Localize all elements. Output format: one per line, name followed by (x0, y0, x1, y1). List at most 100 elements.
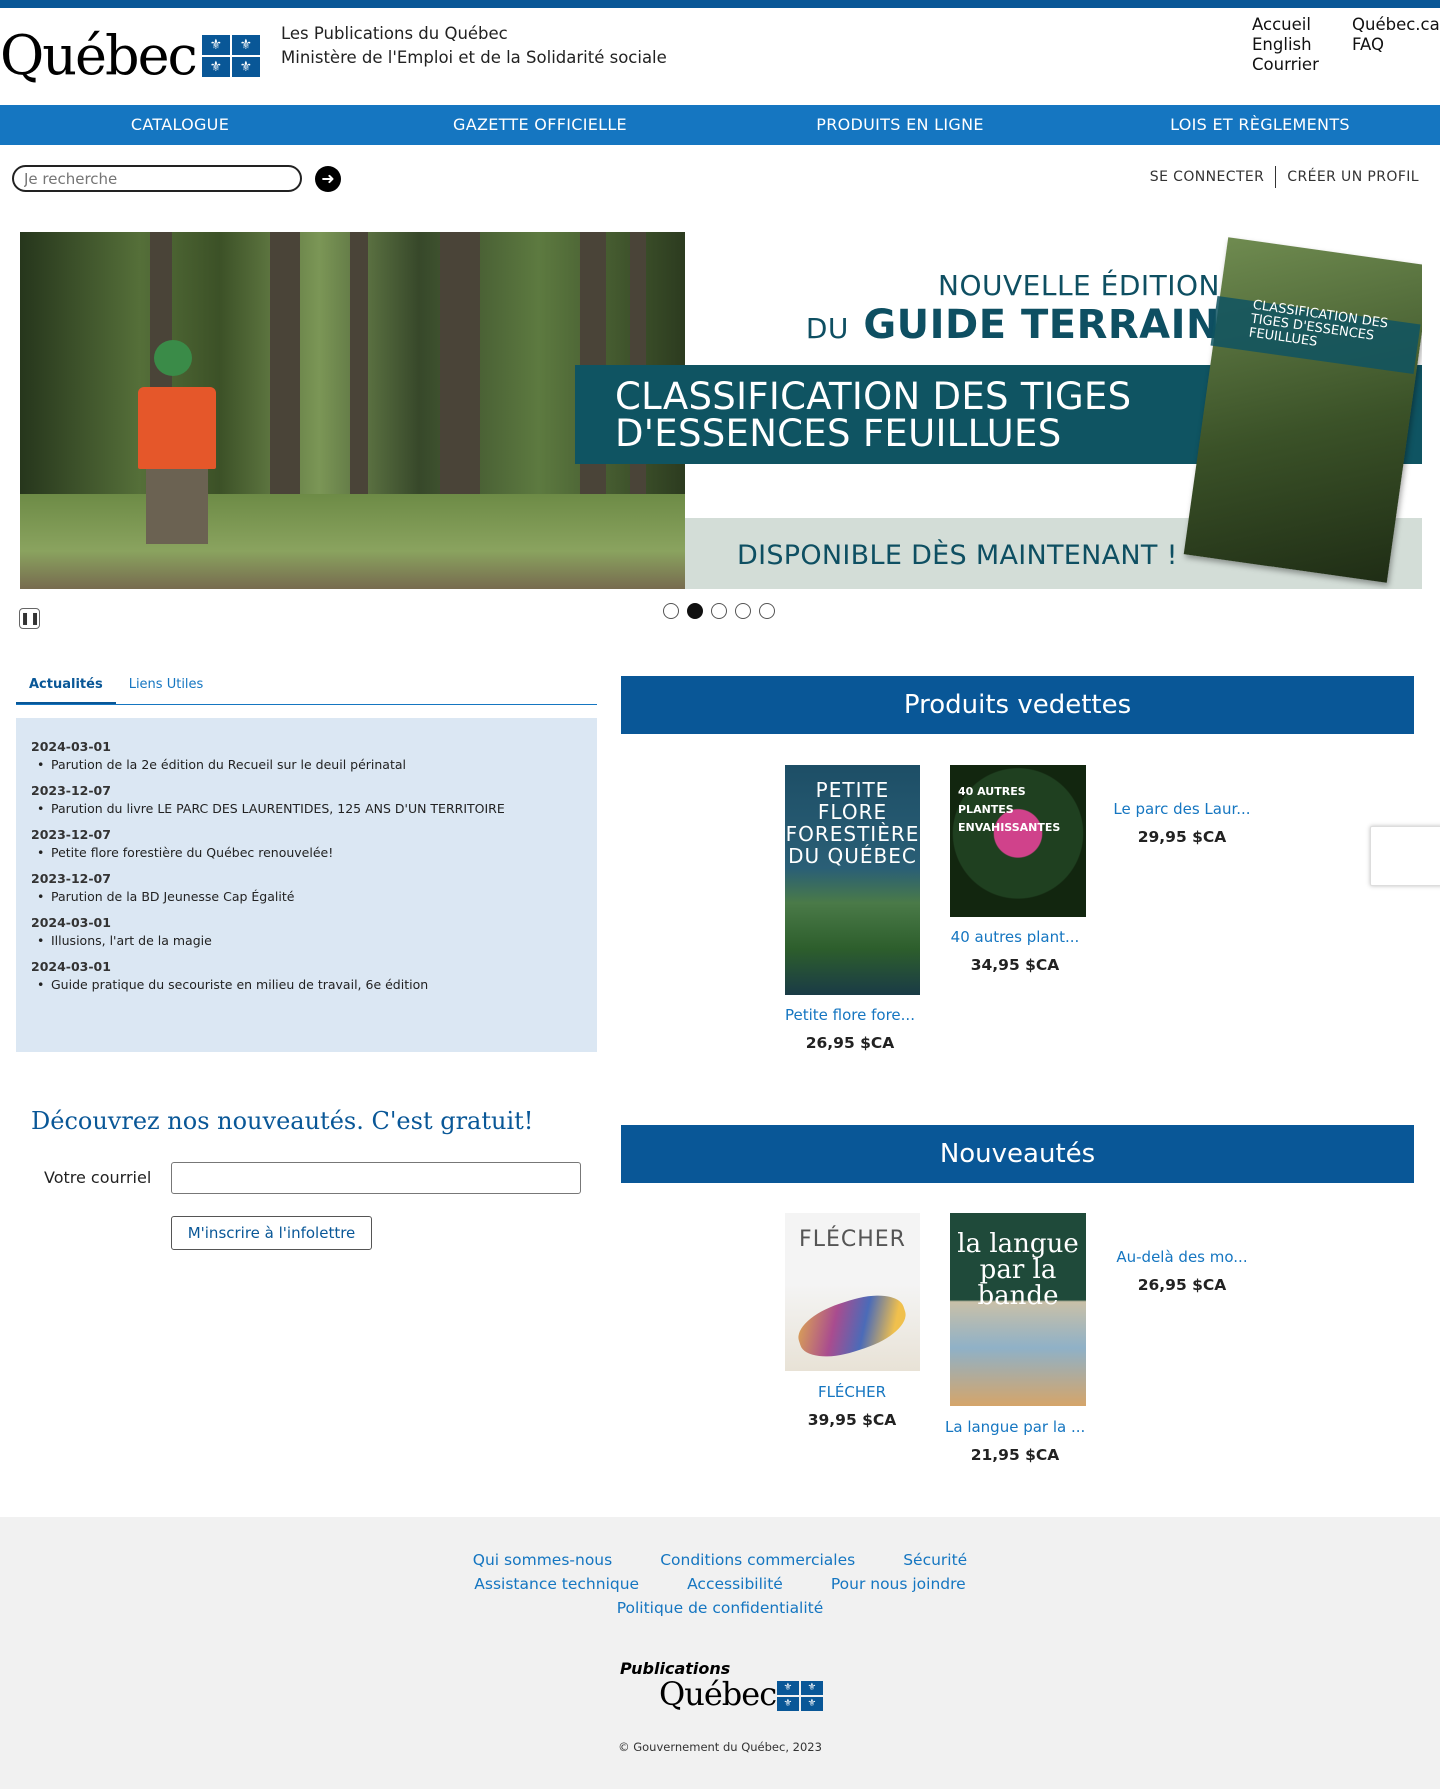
account-links: SE CONNECTER CRÉER UN PROFIL (1139, 166, 1430, 188)
search-input[interactable] (12, 165, 302, 192)
product-card: Le parc des Laur... 29,95 $CA (1112, 799, 1252, 847)
top-links: Accueil Québec.ca English FAQ Courrier (1252, 15, 1440, 75)
fleur-de-lis-icon: ⚜ ⚜ ⚜ ⚜ (777, 1681, 823, 1711)
news-date: 2024-03-01 (31, 739, 111, 754)
faq-link[interactable]: FAQ (1352, 35, 1440, 55)
nav-laws[interactable]: LOIS ET RÈGLEMENTS (1080, 105, 1440, 145)
organization-title: Les Publications du Québec Ministère de … (281, 22, 667, 70)
news-link[interactable]: Guide pratique du secouriste en milieu d… (31, 976, 582, 994)
home-link[interactable]: Accueil (1252, 15, 1352, 35)
featured-products-title: Produits vedettes (621, 676, 1414, 734)
news-date: 2023-12-07 (31, 827, 111, 842)
product-price: 29,95 $CA (1137, 828, 1227, 846)
recaptcha-badge[interactable] (1370, 826, 1440, 886)
news-link[interactable]: Parution de la BD Jeunesse Cap Égalité (31, 888, 582, 906)
newsletter-title: Découvrez nos nouveautés. C'est gratuit! (31, 1107, 534, 1135)
news-link[interactable]: Petite flore forestière du Québec renouv… (31, 844, 582, 862)
tab-news[interactable]: Actualités (16, 670, 116, 704)
nav-catalogue[interactable]: CATALOGUE (0, 105, 360, 145)
news-date: 2023-12-07 (31, 783, 111, 798)
carousel-dot[interactable] (663, 603, 679, 619)
subscribe-button[interactable]: M'inscrire à l'infolettre (171, 1216, 372, 1250)
product-name-link[interactable]: La langue par la ... (945, 1417, 1085, 1437)
search-submit-arrow-icon[interactable]: ➜ (315, 166, 341, 192)
sash-illustration (791, 1285, 913, 1367)
product-cover-langue[interactable]: la langue par la bande (950, 1213, 1086, 1406)
email-field[interactable] (171, 1162, 581, 1194)
product-cover-flecher[interactable]: FLÉCHER (785, 1213, 920, 1371)
product-price: 39,95 $CA (807, 1411, 897, 1429)
tab-useful-links[interactable]: Liens Utiles (116, 670, 217, 704)
nav-online-products[interactable]: PRODUITS EN LIGNE (720, 105, 1080, 145)
quebec-logo[interactable]: Québec ⚜ ⚜ ⚜ ⚜ (0, 24, 260, 87)
product-card: Petite flore fore... 26,95 $CA (780, 1005, 920, 1053)
news-item: 2024-03-01 Guide pratique du secouriste … (31, 958, 582, 994)
carousel-dot[interactable] (759, 603, 775, 619)
forest-worker (138, 387, 216, 469)
carousel-dot-active[interactable] (687, 603, 703, 619)
carousel-dot[interactable] (735, 603, 751, 619)
cover-title: 40 AUTRES PLANTES ENVAHISSANTES (958, 785, 1061, 834)
worker-helmet (154, 340, 192, 376)
site-footer: Qui sommes-nous Conditions commerciales … (0, 1517, 1440, 1789)
product-card: 40 autres plant... 34,95 $CA (945, 927, 1085, 975)
news-item: 2023-12-07 Parution de la BD Jeunesse Ca… (31, 870, 582, 906)
copyright: © Gouvernement du Québec, 2023 (618, 1740, 822, 1754)
carousel-dots (663, 603, 783, 619)
footer-link-privacy[interactable]: Politique de confidentialité (617, 1598, 824, 1618)
news-link[interactable]: Parution du livre LE PARC DES LAURENTIDE… (31, 800, 582, 818)
news-panel: 2024-03-01 Parution de la 2e édition du … (16, 718, 597, 1052)
carousel-dot[interactable] (711, 603, 727, 619)
footer-links: Qui sommes-nous Conditions commerciales … (0, 1550, 1440, 1622)
news-link[interactable]: Illusions, l'art de la magie (31, 932, 582, 950)
news-date: 2024-03-01 (31, 959, 111, 974)
english-link[interactable]: English (1252, 35, 1352, 55)
nav-gazette[interactable]: GAZETTE OFFICIELLE (360, 105, 720, 145)
banner-title: DU GUIDE TERRAIN (805, 302, 1220, 348)
product-card: Au-delà des mo... 26,95 $CA (1112, 1247, 1252, 1295)
product-name-link[interactable]: 40 autres plant... (945, 927, 1085, 947)
product-cover-plantes[interactable]: 40 AUTRES PLANTES ENVAHISSANTES (950, 765, 1086, 917)
org-name: Les Publications du Québec (281, 24, 508, 43)
hero-carousel[interactable]: NOUVELLE ÉDITION DU GUIDE TERRAIN CLASSI… (20, 232, 1422, 589)
main-nav: CATALOGUE GAZETTE OFFICIELLE PRODUITS EN… (0, 105, 1440, 145)
footer-link-security[interactable]: Sécurité (903, 1550, 967, 1570)
product-name-link[interactable]: FLÉCHER (782, 1382, 922, 1402)
new-products-title: Nouveautés (621, 1125, 1414, 1183)
product-name-link[interactable]: Petite flore fore... (780, 1005, 920, 1025)
product-name-link[interactable]: Le parc des Laur... (1112, 799, 1252, 819)
footer-link-contact[interactable]: Pour nous joindre (831, 1574, 966, 1594)
footer-link-accessibility[interactable]: Accessibilité (687, 1574, 783, 1594)
footer-link-support[interactable]: Assistance technique (474, 1574, 639, 1594)
mail-link[interactable]: Courrier (1252, 55, 1352, 75)
ministry-name: Ministère de l'Emploi et de la Solidarit… (281, 48, 667, 67)
cover-title: FLÉCHER (799, 1227, 906, 1252)
banner-band-text: CLASSIFICATION DES TIGES D'ESSENCES FEUI… (615, 375, 1132, 455)
news-date: 2024-03-01 (31, 915, 111, 930)
product-cover-flore[interactable]: PETITE FLORE FORESTIÈRE DU QUÉBEC (785, 765, 920, 995)
news-item: 2024-03-01 Parution de la 2e édition du … (31, 738, 582, 774)
cover-title: PETITE FLORE FORESTIÈRE DU QUÉBEC (785, 778, 920, 868)
product-price: 34,95 $CA (970, 956, 1060, 974)
pause-icon[interactable]: ❚❚ (19, 608, 40, 629)
product-price: 21,95 $CA (970, 1446, 1060, 1464)
product-card: FLÉCHER 39,95 $CA (782, 1382, 922, 1430)
product-price: 26,95 $CA (805, 1034, 895, 1052)
create-profile-link[interactable]: CRÉER UN PROFIL (1276, 166, 1430, 188)
footer-link-about[interactable]: Qui sommes-nous (473, 1550, 612, 1570)
logo-wordmark: Québec (0, 24, 198, 87)
news-link[interactable]: Parution de la 2e édition du Recueil sur… (31, 756, 582, 774)
email-label: Votre courriel (44, 1168, 152, 1187)
product-price: 26,95 $CA (1137, 1276, 1227, 1294)
top-accent-bar (0, 0, 1440, 8)
news-tabs: Actualités Liens Utiles (16, 670, 597, 705)
login-link[interactable]: SE CONNECTER (1139, 166, 1275, 188)
product-name-link[interactable]: Au-delà des mo... (1112, 1247, 1252, 1267)
news-item: 2023-12-07 Parution du livre LE PARC DES… (31, 782, 582, 818)
banner-subtitle: NOUVELLE ÉDITION (938, 269, 1220, 302)
news-date: 2023-12-07 (31, 871, 111, 886)
product-card: La langue par la ... 21,95 $CA (945, 1417, 1085, 1465)
quebec-ca-link[interactable]: Québec.ca (1352, 15, 1440, 35)
news-item: 2024-03-01 Illusions, l'art de la magie (31, 914, 582, 950)
footer-link-terms[interactable]: Conditions commerciales (660, 1550, 855, 1570)
